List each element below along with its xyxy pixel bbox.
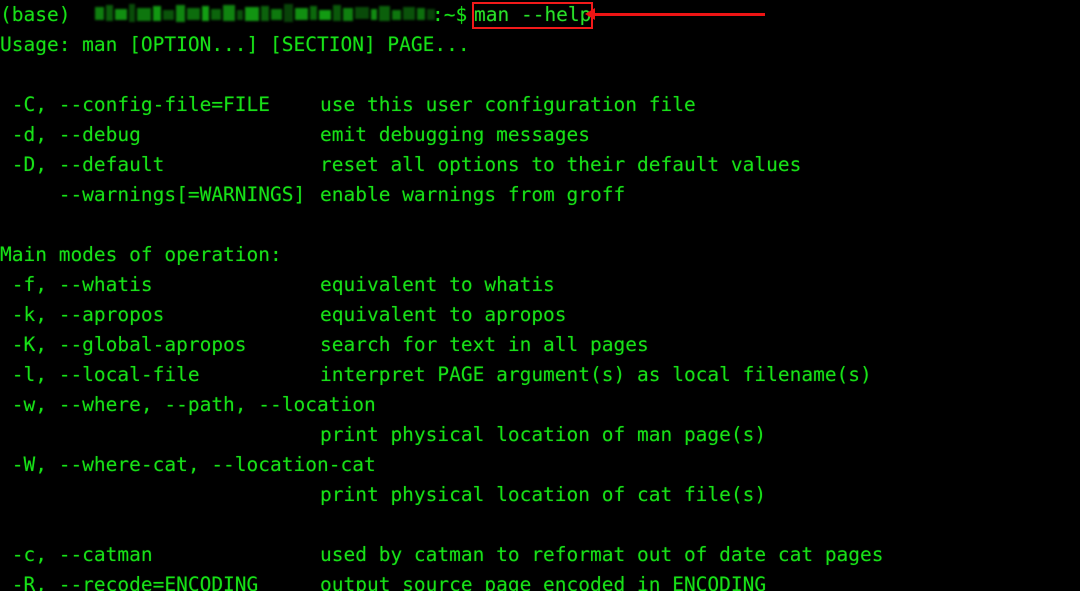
section-heading-text: Main modes of operation:	[0, 243, 282, 266]
typed-command[interactable]: man --help	[474, 0, 591, 30]
shell-prompt-line: (base):~$ man --help	[0, 0, 1080, 30]
option-description: equivalent to whatis	[320, 273, 555, 296]
section-heading-line: -w, --where, --path, --location	[0, 390, 1080, 420]
option-flags: -l, --local-file	[0, 363, 200, 386]
option-flags: -f, --whatis	[0, 273, 153, 296]
usage-text: Usage: man [OPTION...] [SECTION] PAGE...	[0, 33, 470, 56]
option-description: print physical location of cat file(s)	[320, 483, 767, 506]
help-output: -C, --config-file=FILE use this user conf…	[0, 60, 1080, 591]
section-heading-text: -w, --where, --path, --location	[0, 393, 376, 416]
continuation-line: print physical location of cat file(s)	[0, 480, 1080, 510]
option-line: -c, --catman used by catman to reformat o…	[0, 540, 1080, 570]
option-line: -C, --config-file=FILE use this user conf…	[0, 90, 1080, 120]
option-line: -l, --local-file interpret PAGE argument(…	[0, 360, 1080, 390]
option-description: search for text in all pages	[320, 333, 649, 356]
option-line: --warnings[=WARNINGS] enable warnings fro…	[0, 180, 1080, 210]
prompt-path-suffix: :~$	[432, 3, 468, 26]
option-flags: -c, --catman	[0, 543, 153, 566]
option-description: equivalent to apropos	[320, 303, 567, 326]
terminal-screen: (base):~$ man --help Usage: man [OPTION…	[0, 0, 1080, 591]
option-flags: -K, --global-apropos	[0, 333, 247, 356]
section-heading-text: -W, --where-cat, --location-cat	[0, 453, 376, 476]
option-flags: -d, --debug	[0, 123, 141, 146]
option-flags: -R, --recode=ENCODING	[0, 573, 259, 591]
option-description: use this user configuration file	[320, 93, 696, 116]
option-line: -f, --whatis equivalent to whatis	[0, 270, 1080, 300]
continuation-line: print physical location of man page(s)	[0, 420, 1080, 450]
option-flags: --warnings[=WARNINGS]	[0, 183, 306, 206]
section-heading-line: Main modes of operation:	[0, 240, 1080, 270]
section-heading-line: -W, --where-cat, --location-cat	[0, 450, 1080, 480]
option-description: emit debugging messages	[320, 123, 591, 146]
option-description: output source page encoded in ENCODING	[320, 573, 767, 591]
option-description: print physical location of man page(s)	[320, 423, 767, 446]
option-description: interpret PAGE argument(s) as local file…	[320, 363, 872, 386]
option-line: -R, --recode=ENCODING output source page …	[0, 570, 1080, 591]
option-line: -K, --global-apropos search for text in a…	[0, 330, 1080, 360]
option-description: used by catman to reformat out of date c…	[320, 543, 884, 566]
option-flags: -k, --apropos	[0, 303, 165, 326]
option-description: enable warnings from groff	[320, 183, 626, 206]
option-flags: -C, --config-file=FILE	[0, 93, 271, 116]
usage-line: Usage: man [OPTION...] [SECTION] PAGE...	[0, 30, 1080, 60]
option-line: -k, --apropos equivalent to apropos	[0, 300, 1080, 330]
terminal-window[interactable]: (base):~$ man --help Usage: man [OPTION…	[0, 0, 1080, 591]
option-description: reset all options to their default value…	[320, 153, 802, 176]
redacted-user-host	[95, 3, 435, 27]
option-line: -d, --debug emit debugging messages	[0, 120, 1080, 150]
conda-env-prefix: (base)	[0, 3, 83, 26]
option-flags: -D, --default	[0, 153, 165, 176]
option-line: -D, --default reset all options to their …	[0, 150, 1080, 180]
